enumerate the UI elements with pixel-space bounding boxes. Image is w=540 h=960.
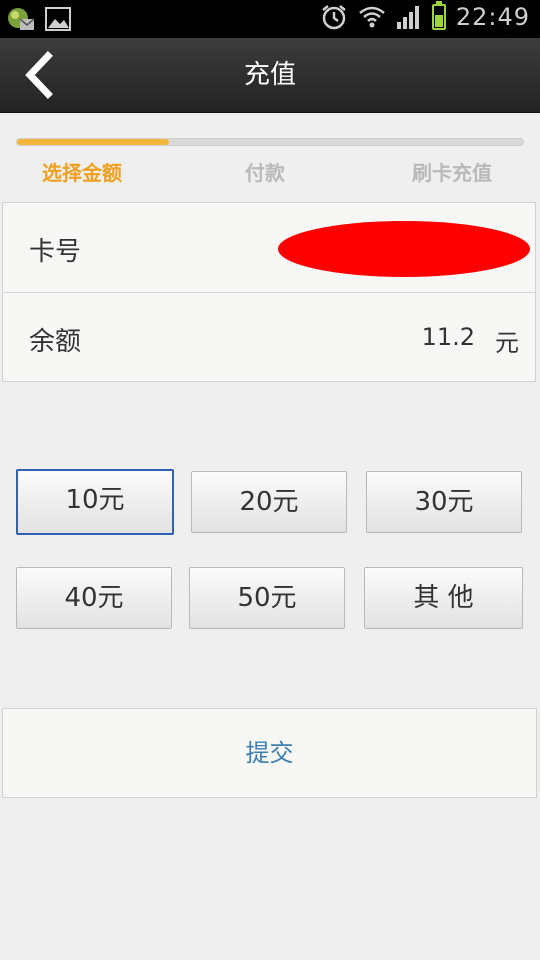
step-select-amount: 选择金额	[42, 161, 122, 185]
title-bar: 充值	[0, 38, 540, 113]
page-title: 充值	[243, 60, 296, 90]
card-number-label: 卡号	[29, 237, 82, 267]
amount-option-other[interactable]: 其 他	[364, 567, 523, 629]
step-progress-bar	[16, 138, 524, 146]
card-number-row: 卡号	[3, 203, 535, 293]
amount-option-40[interactable]: 40元	[16, 567, 172, 629]
amount-option-20[interactable]: 20元	[191, 471, 347, 533]
balance-row: 余额 11.2 元	[3, 293, 535, 382]
status-bar-notifications	[6, 5, 72, 33]
wifi-icon	[359, 6, 385, 28]
status-bar: 22:49	[0, 0, 540, 38]
card-info-panel: 卡号 余额 11.2 元	[2, 202, 536, 382]
status-clock: 22:49	[455, 3, 530, 31]
status-bar-system: 22:49	[320, 1, 530, 31]
balance-label: 余额	[29, 327, 82, 357]
balance-unit: 元	[495, 329, 519, 357]
step-card-recharge: 刷卡充值	[412, 161, 492, 185]
notification-app-icon	[8, 8, 35, 30]
step-indicator: 选择金额 付款 刷卡充值	[0, 152, 540, 188]
battery-icon	[431, 1, 446, 30]
signal-icon	[396, 6, 419, 29]
gallery-icon	[45, 7, 71, 31]
card-number-redacted	[278, 221, 530, 277]
amount-option-10[interactable]: 10元	[16, 469, 174, 535]
balance-value: 11.2	[421, 323, 475, 351]
submit-button[interactable]: 提交	[2, 708, 537, 798]
alarm-icon	[322, 5, 346, 30]
amount-option-50[interactable]: 50元	[189, 567, 345, 629]
step-payment: 付款	[245, 161, 285, 185]
amount-option-30[interactable]: 30元	[366, 471, 522, 533]
step-progress-fill	[17, 139, 169, 145]
